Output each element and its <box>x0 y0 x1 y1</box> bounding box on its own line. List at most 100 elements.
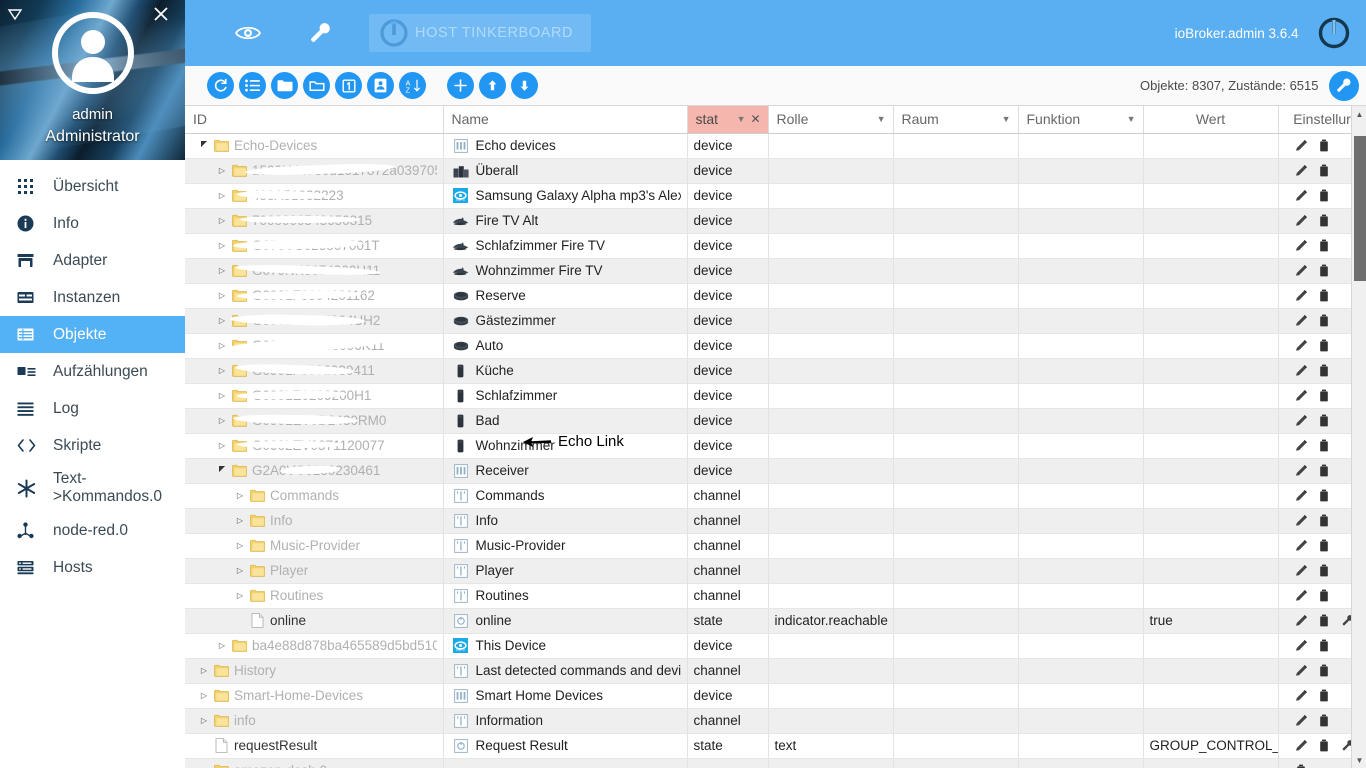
show-id-button[interactable] <box>367 72 394 99</box>
scroll-down-icon[interactable]: ▼ <box>1352 752 1366 768</box>
cell-name[interactable]: Player <box>443 558 688 584</box>
delete-icon[interactable] <box>1318 413 1331 428</box>
cell-id[interactable]: 7000000543650315 <box>185 208 444 234</box>
table-row[interactable]: Smart-Home-Devices Smart Home Devices devi… <box>185 683 1366 709</box>
delete-icon[interactable] <box>1318 588 1331 603</box>
table-row[interactable]: requestResult Request Result state text GROU… <box>185 733 1366 759</box>
table-row[interactable]: Music-Provider Music-Provider channel <box>185 533 1366 559</box>
settings-wrench-button[interactable] <box>1328 70 1359 101</box>
cell-name[interactable]: Info <box>443 508 688 534</box>
clear-filter-icon[interactable]: ✕ <box>750 112 760 126</box>
cell-name[interactable]: MP3 This Device <box>443 633 688 659</box>
cell-name[interactable]: Auto <box>443 333 688 359</box>
delete-icon[interactable] <box>1318 188 1331 203</box>
edit-icon[interactable] <box>1295 263 1308 278</box>
expand-toggle-icon[interactable] <box>215 241 229 250</box>
table-row[interactable]: amazon-dash.0 <box>185 758 1366 768</box>
delete-icon[interactable] <box>1318 363 1331 378</box>
cell-id[interactable]: G090LF0904304UH2 <box>185 308 444 334</box>
edit-icon[interactable] <box>1295 688 1308 703</box>
sidebar-item-text-kommandos[interactable]: Text->Kommandos.0 <box>0 464 185 512</box>
table-row[interactable]: 7000000543650315 Fire TV Alt device <box>185 208 1366 234</box>
cell-name[interactable]: Bad <box>443 408 688 434</box>
expand-toggle-icon[interactable] <box>215 291 229 300</box>
refresh-button[interactable] <box>207 72 234 99</box>
table-row[interactable]: G070NK0674300H11 Wohnzimmer Fire TV device <box>185 258 1366 284</box>
cell-name[interactable]: Küche <box>443 358 688 384</box>
delete-icon[interactable] <box>1318 713 1331 728</box>
cell-name[interactable]: Echo devices <box>443 133 688 159</box>
cell-id[interactable]: G090LEV0D2430RM0 <box>185 408 444 434</box>
cell-name[interactable]: Fire TV Alt <box>443 208 688 234</box>
cell-name[interactable]: Schlafzimmer Fire TV <box>443 233 688 259</box>
cell-id[interactable]: Commands <box>185 483 444 509</box>
edit-icon[interactable] <box>1295 238 1308 253</box>
delete-icon[interactable] <box>1318 538 1331 553</box>
sidebar-item-aufzaehlungen[interactable]: Aufzählungen <box>0 353 185 390</box>
cell-id[interactable]: amazon-dash.0 <box>185 758 444 768</box>
sidebar-item-uebersicht[interactable]: Übersicht <box>0 168 185 205</box>
download-button[interactable] <box>511 72 538 99</box>
cell-id[interactable]: 483A51932223 <box>185 183 444 209</box>
cell-name[interactable]: Schlafzimmer <box>443 383 688 409</box>
expand-toggle-icon[interactable] <box>233 541 247 550</box>
expand-toggle-icon[interactable] <box>215 341 229 350</box>
cell-id[interactable]: G070NK0674300H11 <box>185 258 444 284</box>
expand-toggle-icon[interactable] <box>215 466 229 475</box>
table-row[interactable]: G090LE0209200H1 Schlafzimmer device <box>185 383 1366 409</box>
table-row[interactable]: G070VC023807001T Schlafzimmer Fire TV devi… <box>185 233 1366 259</box>
delete-icon[interactable] <box>1318 513 1331 528</box>
delete-icon[interactable] <box>1318 738 1331 753</box>
table-row[interactable]: Info Info channel <box>185 508 1366 534</box>
expand-toggle-icon[interactable] <box>215 191 229 200</box>
collapse-triangle-icon[interactable] <box>7 6 29 28</box>
chevron-down-icon[interactable]: ▼ <box>1002 114 1011 124</box>
table-row[interactable]: ba4e88d878ba465589d5bd5108 MP3 This Device… <box>185 633 1366 659</box>
cell-name[interactable]: Routines <box>443 583 688 609</box>
sidebar-item-adapter[interactable]: Adapter <box>0 242 185 279</box>
wrench-icon[interactable] <box>297 10 343 56</box>
cell-id[interactable]: Music-Provider <box>185 533 444 559</box>
delete-icon[interactable] <box>1318 688 1331 703</box>
table-row[interactable]: online online state indicator.reachable true <box>185 608 1366 634</box>
chevron-down-icon[interactable]: ▼ <box>877 114 886 124</box>
column-header-function[interactable]: Funktion ▼ <box>1018 106 1144 134</box>
collapse-all-button[interactable] <box>303 72 330 99</box>
expand-toggle-icon[interactable] <box>215 216 229 225</box>
cell-id[interactable]: info <box>185 708 444 734</box>
cell-id[interactable]: Info <box>185 508 444 534</box>
expand-toggle-icon[interactable] <box>233 591 247 600</box>
chevron-down-icon[interactable]: ▼ <box>1127 114 1136 124</box>
cell-id[interactable]: requestResult <box>185 733 444 759</box>
cell-name[interactable]: Information <box>443 708 688 734</box>
delete-icon[interactable] <box>1318 338 1331 353</box>
edit-icon[interactable] <box>1295 488 1308 503</box>
delete-icon[interactable] <box>1318 613 1331 628</box>
expand-all-button[interactable] <box>271 72 298 99</box>
sort-button[interactable]: A Z <box>399 72 426 99</box>
table-row[interactable]: Player Player channel <box>185 558 1366 584</box>
edit-icon[interactable] <box>1295 363 1308 378</box>
cell-id[interactable]: Smart-Home-Devices <box>185 683 444 709</box>
edit-icon[interactable] <box>1295 713 1308 728</box>
delete-icon[interactable] <box>1318 313 1331 328</box>
delete-icon[interactable] <box>1318 213 1331 228</box>
edit-icon[interactable] <box>1295 638 1308 653</box>
table-row[interactable]: G090LEV0371120077 Wohnzimmer device <box>185 433 1366 459</box>
expand-toggle-icon[interactable] <box>215 441 229 450</box>
expand-toggle-icon[interactable] <box>197 141 211 150</box>
sidebar-item-instanzen[interactable]: Instanzen <box>0 279 185 316</box>
table-row[interactable]: 483A51932223 MP3 Samsung Galaxy Alpha mp3'… <box>185 183 1366 209</box>
cell-name[interactable]: Last detected commands and devices <box>443 658 688 684</box>
edit-icon[interactable] <box>1295 338 1308 353</box>
edit-icon[interactable] <box>1295 613 1308 628</box>
delete-icon[interactable] <box>1318 638 1331 653</box>
table-row[interactable]: G090LF0902030411 Küche device <box>185 358 1366 384</box>
scrollbar-thumb[interactable] <box>1353 136 1366 281</box>
cell-id[interactable]: Player <box>185 558 444 584</box>
expand-toggle-icon[interactable] <box>215 366 229 375</box>
delete-icon[interactable] <box>1318 563 1331 578</box>
level-one-button[interactable] <box>335 72 362 99</box>
power-icon[interactable] <box>1315 14 1353 52</box>
delete-icon[interactable] <box>1318 388 1331 403</box>
